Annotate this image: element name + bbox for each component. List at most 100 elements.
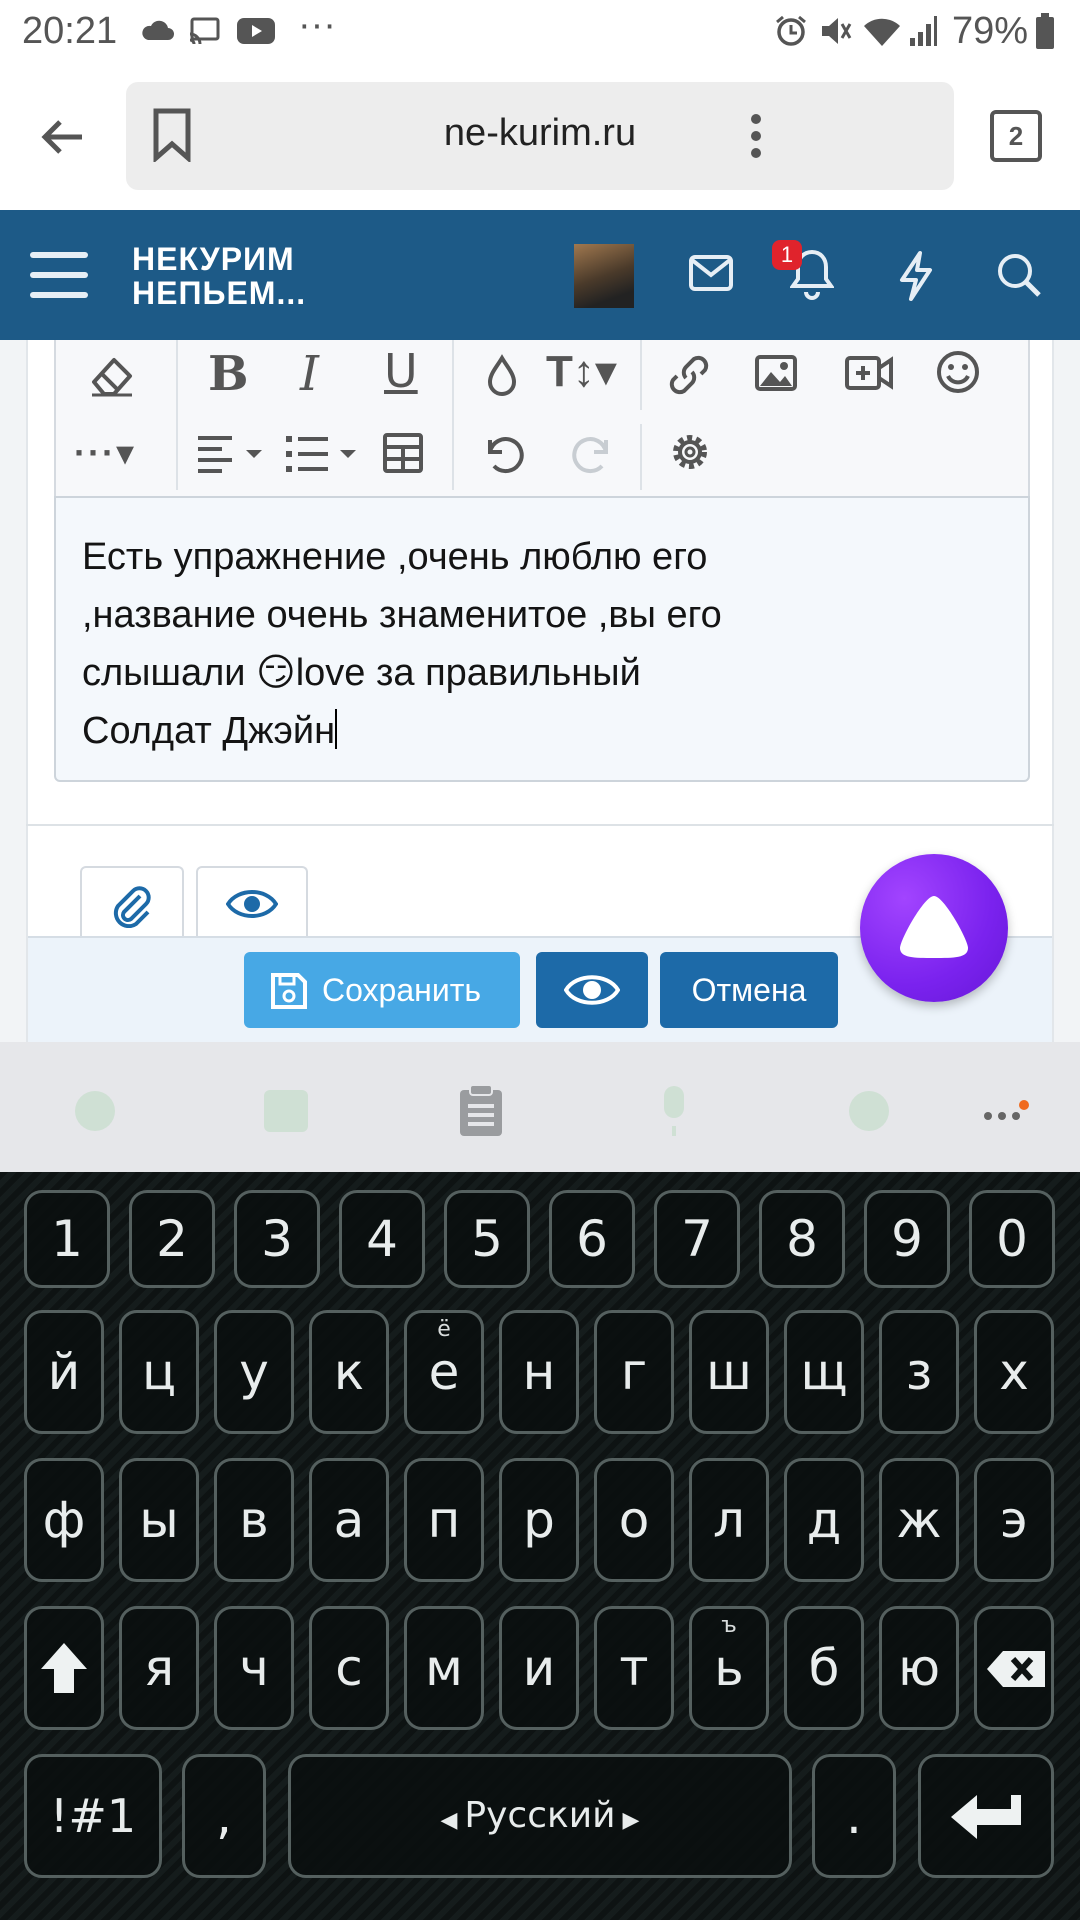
key[interactable]: в [214,1458,294,1582]
hamburger-menu-icon[interactable] [30,250,88,300]
italic-icon[interactable]: I [300,346,319,402]
key[interactable]: б [784,1606,864,1730]
key[interactable]: 4 [339,1190,425,1288]
enter-arrow-icon [951,1795,1021,1839]
emoji-icon[interactable] [936,350,980,394]
key[interactable]: щ [784,1310,864,1434]
key[interactable]: 1 [24,1190,110,1288]
eraser-icon[interactable] [88,354,136,398]
period-key[interactable]: . [812,1754,896,1878]
key[interactable]: з [879,1310,959,1434]
key[interactable]: н [499,1310,579,1434]
shift-key[interactable] [24,1606,104,1730]
backspace-key[interactable] [974,1606,1054,1730]
editor-line: ,название очень знаменитое ,вы его [82,594,722,636]
key[interactable]: ж [879,1458,959,1582]
key[interactable]: т [594,1606,674,1730]
mail-icon[interactable] [688,254,734,292]
attach-tab[interactable] [80,866,184,940]
key[interactable]: 6 [549,1190,635,1288]
key[interactable]: и [499,1606,579,1730]
key[interactable]: ю [879,1606,959,1730]
list-icon[interactable] [284,434,370,474]
address-bar[interactable]: ne-kurim.ru [126,82,954,190]
undo-icon[interactable] [480,430,526,476]
align-icon[interactable] [196,434,272,474]
back-arrow-icon[interactable] [40,114,86,160]
space-key[interactable]: ◀ Русский ▶ [288,1754,792,1878]
message-editor[interactable]: Есть упражнение ,очень люблю его ,назван… [54,496,1030,782]
key[interactable]: д [784,1458,864,1582]
site-logo[interactable]: НЕКУРИМ НЕПЬЕМ... [132,242,306,310]
enter-key[interactable] [918,1754,1054,1878]
table-icon[interactable] [382,432,424,474]
key[interactable]: о [594,1458,674,1582]
search-icon[interactable] [996,252,1042,298]
url-text[interactable]: ne-kurim.ru [126,112,954,155]
logo-line1: НЕКУРИМ [132,241,295,277]
key[interactable]: а [309,1458,389,1582]
key[interactable]: ёе [404,1310,484,1434]
tabs-button[interactable]: 2 [990,110,1042,162]
wifi-icon [864,18,900,46]
key[interactable]: ъь [689,1606,769,1730]
preview-tab[interactable] [196,866,308,940]
font-size-icon[interactable]: T↕▾ [546,346,617,397]
cancel-button[interactable]: Отмена [660,952,838,1028]
save-label: Сохранить [322,972,482,1008]
signal-icon [910,16,937,46]
key[interactable]: л [689,1458,769,1582]
key[interactable]: ч [214,1606,294,1730]
battery-percent: 79% [951,10,1028,52]
key[interactable]: у [214,1310,294,1434]
key[interactable]: 2 [129,1190,215,1288]
save-button[interactable]: Сохранить [244,952,520,1028]
key[interactable]: ы [119,1458,199,1582]
key[interactable]: 0 [969,1190,1055,1288]
editor-line: слышали 😏love за правильный [82,644,1002,702]
key[interactable]: к [309,1310,389,1434]
microphone-icon[interactable] [656,1084,692,1138]
video-icon[interactable] [844,354,894,392]
key[interactable]: 9 [864,1190,950,1288]
editor-text-span: Солдат Джэйн [82,710,336,752]
key[interactable]: 7 [654,1190,740,1288]
lightning-icon[interactable] [896,250,936,302]
voice-assistant-button[interactable] [860,854,1008,1002]
sticker-icon[interactable] [262,1088,310,1134]
keyboard-settings-icon[interactable] [844,1086,894,1136]
comma-key[interactable]: , [182,1754,266,1878]
avatar[interactable] [574,244,634,308]
key[interactable]: х [974,1310,1054,1434]
image-icon[interactable] [754,354,798,392]
key[interactable]: ш [689,1310,769,1434]
link-icon[interactable] [666,352,712,398]
key[interactable]: с [309,1606,389,1730]
key[interactable]: г [594,1310,674,1434]
key[interactable]: й [24,1310,104,1434]
key[interactable]: м [404,1606,484,1730]
clipboard-icon[interactable] [458,1084,504,1138]
menu-dots-icon[interactable] [748,112,764,160]
key[interactable]: 8 [759,1190,845,1288]
key[interactable]: я [119,1606,199,1730]
settings-gear-icon[interactable] [668,430,712,474]
bold-icon[interactable]: B [208,346,249,402]
key[interactable]: р [499,1458,579,1582]
key[interactable]: п [404,1458,484,1582]
key[interactable]: 3 [234,1190,320,1288]
redo-icon[interactable] [570,430,616,476]
preview-button[interactable] [536,952,648,1028]
more-options-icon[interactable]: ···▾ [74,432,136,474]
underline-icon[interactable]: U [384,344,418,398]
emoji-icon[interactable] [72,1088,118,1134]
key[interactable]: ц [119,1310,199,1434]
editor-text[interactable]: Есть упражнение ,очень люблю его ,назван… [82,528,1002,760]
key[interactable]: ф [24,1458,104,1582]
key[interactable]: э [974,1458,1054,1582]
status-time: 20:21 [22,10,118,52]
color-drop-icon[interactable] [484,354,520,400]
more-dots-icon[interactable] [982,1100,1030,1124]
key[interactable]: 5 [444,1190,530,1288]
symbols-key[interactable]: !#1 [24,1754,162,1878]
